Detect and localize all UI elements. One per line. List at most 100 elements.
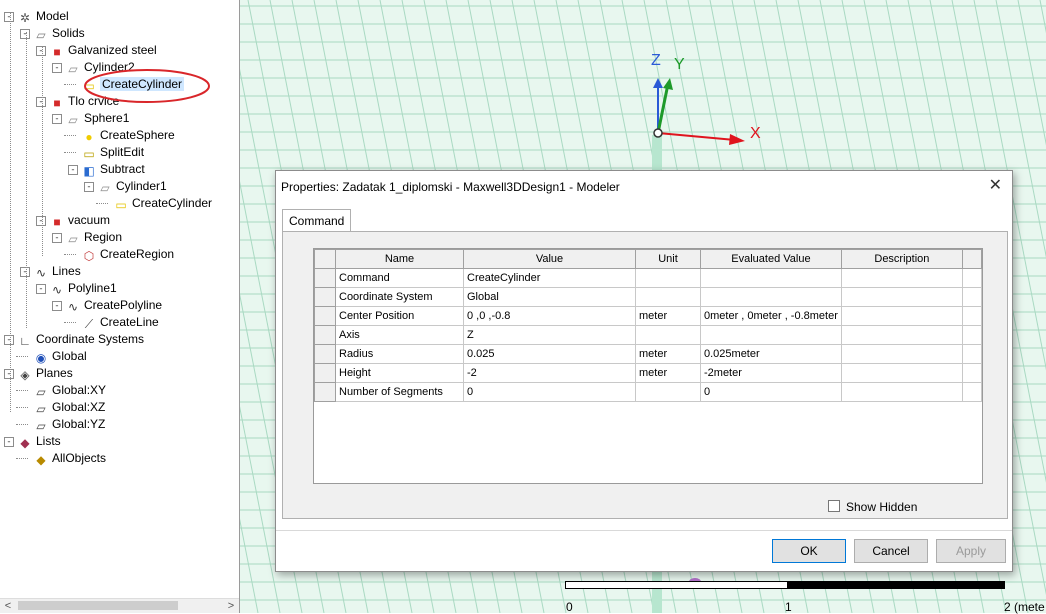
tree-expander-icon[interactable]: - [84,182,94,192]
tree-item[interactable]: ▱ Global:XZ [33,399,105,416]
tree-item[interactable]: ◈ Planes [17,365,72,382]
cell-value[interactable]: 0.025 [463,344,636,364]
column-header-value[interactable]: Value [463,249,636,269]
cell-filler [961,287,982,307]
cell-description [840,306,963,326]
tree-item[interactable]: ◆ AllObjects [33,450,106,467]
cylinder-icon: ▭ [83,79,95,93]
cell-filler [961,306,982,326]
plane-icon: ▱ [36,419,46,433]
solid-object-icon: ▱ [100,181,110,195]
tree-item[interactable]: ∿ Lines [33,263,81,280]
tree-item[interactable]: ▭ SplitEdit [81,144,144,161]
tree-item-label: CreateRegion [100,247,175,261]
row-header [314,363,336,383]
tree-item[interactable]: ▱ Global:XY [33,382,106,399]
close-icon[interactable]: ✕ [989,175,1002,195]
tree-expander-icon[interactable]: - [36,216,46,226]
tree-expander-icon[interactable]: - [52,114,62,124]
table-header-row: Name Value Unit Evaluated Value Descript… [314,249,982,269]
tree-connector [64,152,76,153]
tree-item[interactable]: ▭ CreateCylinder [81,76,185,93]
tree-item[interactable]: ✲ Model [17,8,69,25]
scroll-right-arrow-icon[interactable]: > [223,599,239,613]
cell-filler [961,325,982,345]
cell-value[interactable]: 0 ,0 ,-0.8 [463,306,636,326]
table-row[interactable]: Number of Segments 0 0 [314,382,982,402]
show-hidden-checkbox[interactable]: Show Hidden [828,500,917,514]
cell-value[interactable]: -2 [463,363,636,383]
column-header-evaluated-value[interactable]: Evaluated Value [700,249,842,269]
coordinate-system-icon: ∟ [19,334,31,348]
tree-expander-icon[interactable]: - [68,165,78,175]
model-tree-panel: - ✲ Model - ▱ Solids - ■ Galvanized steel - ▱ Cylin… [0,0,240,613]
cancel-button[interactable]: Cancel [854,539,928,563]
tree-item[interactable]: ▱ Global:YZ [33,416,105,433]
tree-item[interactable]: ∿ Polyline1 [49,280,117,297]
scroll-left-arrow-icon[interactable]: < [0,599,16,613]
tree-expander-icon[interactable]: - [52,301,62,311]
tree-item[interactable]: ▱ Cylinder1 [97,178,166,195]
table-row[interactable]: Command CreateCylinder [314,268,982,288]
tree-item[interactable]: ● CreateSphere [81,127,174,144]
apply-button[interactable]: Apply [936,539,1006,563]
tree-item[interactable]: ◧ Subtract [81,161,144,178]
tree-expander-icon[interactable]: - [20,267,30,277]
cell-value[interactable]: Global [463,287,636,307]
tree-guide-line [42,46,43,256]
tree-item[interactable]: ▱ Sphere1 [65,110,129,127]
table-row[interactable]: Coordinate System Global [314,287,982,307]
tree-item[interactable]: ◉ Global [33,348,87,365]
tree-item[interactable]: ⬡ CreateRegion [81,246,174,263]
checkbox-box[interactable] [828,500,840,512]
tree-item[interactable]: ∟ Coordinate Systems [17,331,144,348]
origin-icon [653,128,663,138]
scroll-thumb[interactable] [18,601,178,610]
tree-item[interactable]: ▱ Region [65,229,122,246]
tree-expander-icon[interactable]: - [52,63,62,73]
tab-command[interactable]: Command [282,209,352,232]
cell-value[interactable]: 0 [463,382,636,402]
tree-item[interactable]: ▱ Solids [33,25,84,42]
tree-expander-icon[interactable]: - [52,233,62,243]
cell-filler [961,382,982,402]
tree-item[interactable]: ■ vacuum [49,212,110,229]
table-row[interactable]: Center Position 0 ,0 ,-0.8 meter 0meter , 0… [314,306,982,326]
table-row[interactable]: Axis Z [314,325,982,345]
tree-item[interactable]: ■ Galvanized steel [49,42,156,59]
scale-label-2: 2 (mete [1004,600,1045,614]
tree-expander-icon[interactable]: - [36,284,46,294]
solid-object-icon: ▱ [68,62,78,76]
lists-icon: ◆ [20,436,30,450]
tree-expander-icon[interactable]: - [4,12,14,22]
table-row[interactable]: Height -2 meter -2meter [314,363,982,383]
tree-expander-icon[interactable]: - [20,29,30,39]
tree-item[interactable]: ◆ Lists [17,433,60,450]
cell-evaluated-value [700,268,842,288]
tree-horizontal-scrollbar[interactable]: < > [0,598,239,613]
scale-bar-black-segment [787,581,1005,589]
ok-button[interactable]: OK [772,539,846,563]
cell-value[interactable]: CreateCylinder [463,268,636,288]
tree-item[interactable]: ▭ CreateCylinder [113,195,212,212]
column-header-name[interactable]: Name [335,249,464,269]
tab-panel: Name Value Unit Evaluated Value Descript… [282,231,1008,519]
tree-item-label: vacuum [68,213,111,227]
tree-item-label: Global:YZ [52,417,106,431]
tree-expander-icon[interactable]: - [4,335,14,345]
tree-expander-icon[interactable]: - [4,369,14,379]
tree-expander-icon[interactable]: - [4,437,14,447]
solids-folder-icon: ▱ [36,28,46,42]
tree-item-label: SplitEdit [100,145,145,159]
tree-item[interactable]: ⟋ CreateLine [81,314,159,331]
column-header-description[interactable]: Description [840,249,963,269]
tree-expander-icon[interactable]: - [36,97,46,107]
column-header-unit[interactable]: Unit [635,249,701,269]
cell-value[interactable]: Z [463,325,636,345]
table-row[interactable]: Radius 0.025 meter 0.025meter [314,344,982,364]
tree-item[interactable]: ■ Tlo crvice [49,93,119,110]
tree-item-label: Model [36,9,69,23]
tree-item[interactable]: ▱ Cylinder2 [65,59,134,76]
tree-expander-icon[interactable]: - [36,46,46,56]
tree-item[interactable]: ∿ CreatePolyline [65,297,162,314]
